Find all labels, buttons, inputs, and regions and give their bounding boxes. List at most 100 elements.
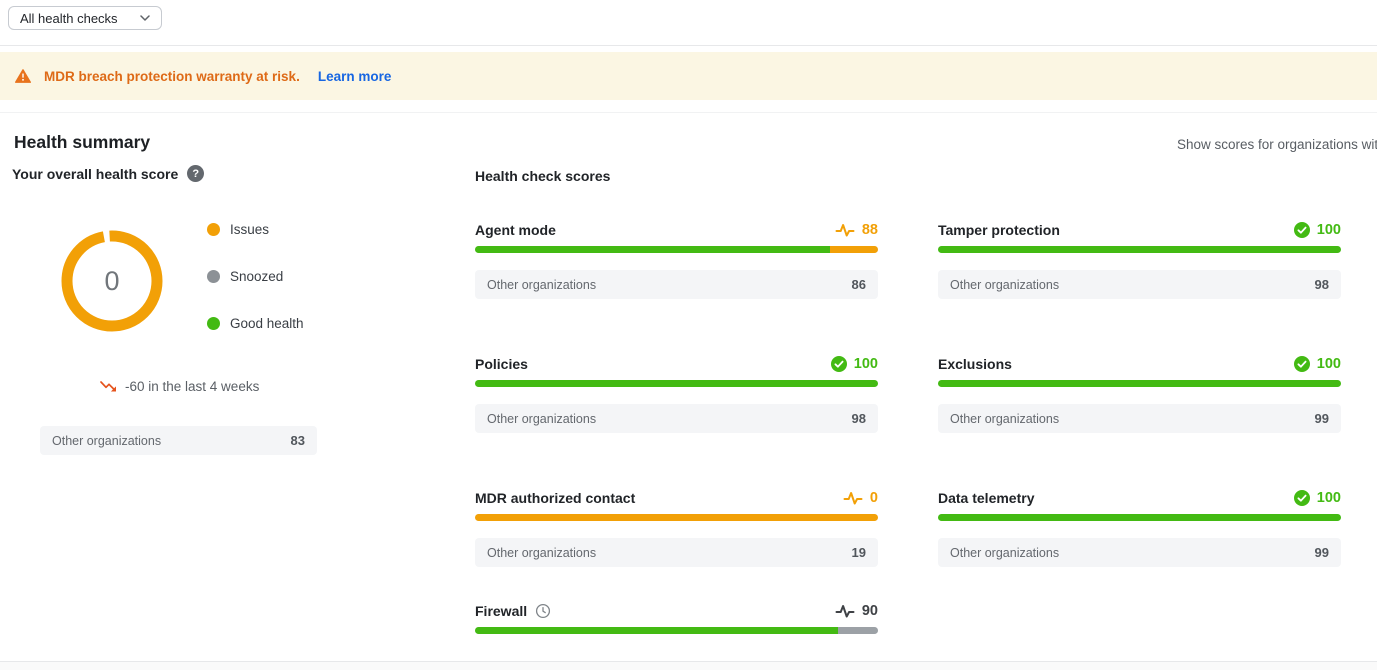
pulse-icon xyxy=(835,222,855,238)
page-title: Health summary xyxy=(14,132,150,153)
health-check-card[interactable]: Firewall 90 xyxy=(475,601,878,641)
show-scores-note: Show scores for organizations with xyxy=(1177,137,1377,152)
score-bar xyxy=(938,514,1341,521)
trend-text: -60 in the last 4 weeks xyxy=(125,379,259,394)
other-orgs-value: 99 xyxy=(1315,545,1329,560)
card-title-text: Exclusions xyxy=(938,356,1012,372)
health-check-card[interactable]: Data telemetry 100 Other organizations99 xyxy=(938,488,1341,588)
card-score: 90 xyxy=(835,603,878,619)
other-orgs-value: 98 xyxy=(1315,277,1329,292)
health-dashboard: All health checks MDR breach protection … xyxy=(0,0,1377,670)
other-orgs-row: Other organizations 86 xyxy=(475,270,878,299)
warning-banner: MDR breach protection warranty at risk. … xyxy=(0,52,1377,100)
card-head: Firewall 90 xyxy=(475,601,878,621)
score-bar xyxy=(938,380,1341,387)
card-title: Policies xyxy=(475,356,528,372)
other-orgs-label: Other organizations xyxy=(950,412,1059,426)
good-health-dot-icon xyxy=(207,317,220,330)
score-value: 88 xyxy=(862,222,878,238)
check-circle-icon xyxy=(831,356,847,372)
card-title: Tamper protection xyxy=(938,222,1060,238)
health-donut: 0 xyxy=(52,221,172,341)
other-orgs-value: 83 xyxy=(291,433,305,448)
score-bar xyxy=(475,514,878,521)
other-orgs-row: Other organizations 99 xyxy=(938,404,1341,433)
other-orgs-value: 86 xyxy=(852,277,866,292)
card-head: Tamper protection 100 xyxy=(938,220,1341,240)
banner-message: MDR breach protection warranty at risk. xyxy=(44,69,300,84)
other-orgs-label: Other organizations xyxy=(487,412,596,426)
card-score: 88 xyxy=(835,222,878,238)
legend-item-good-health: Good health xyxy=(207,316,304,330)
card-score: 0 xyxy=(843,490,878,506)
pulse-icon xyxy=(835,603,855,619)
other-orgs-value: 98 xyxy=(852,411,866,426)
score-bar xyxy=(475,627,878,634)
score-value: 0 xyxy=(870,490,878,506)
help-icon[interactable]: ? xyxy=(187,165,204,182)
other-orgs-value: 99 xyxy=(1315,411,1329,426)
scores-section-title: Health check scores xyxy=(475,168,610,184)
card-title-text: Data telemetry xyxy=(938,490,1035,506)
card-title: Data telemetry xyxy=(938,490,1035,506)
bottom-strip xyxy=(0,662,1377,670)
donut-legend: Issues Snoozed Good health xyxy=(207,222,304,363)
card-head: Agent mode 88 xyxy=(475,220,878,240)
score-value: 100 xyxy=(1317,490,1341,506)
overall-score-label-text: Your overall health score xyxy=(12,166,178,182)
card-title-text: Policies xyxy=(475,356,528,372)
donut-value: 0 xyxy=(52,221,172,341)
card-score: 100 xyxy=(1294,356,1341,372)
score-bar xyxy=(938,246,1341,253)
other-orgs-label: Other organizations xyxy=(487,278,596,292)
legend-label: Snoozed xyxy=(230,269,283,284)
score-value: 100 xyxy=(1317,356,1341,372)
card-title-text: Firewall xyxy=(475,603,527,619)
card-title-text: Agent mode xyxy=(475,222,556,238)
card-title-text: Tamper protection xyxy=(938,222,1060,238)
card-title: Agent mode xyxy=(475,222,556,238)
other-orgs-row: Other organizations 98 xyxy=(938,270,1341,299)
card-head: Exclusions 100 xyxy=(938,354,1341,374)
card-title: Firewall xyxy=(475,603,551,619)
other-orgs-row: Other organizations 98 xyxy=(475,404,878,433)
learn-more-link[interactable]: Learn more xyxy=(318,69,392,84)
other-orgs-label: Other organizations xyxy=(52,434,161,448)
card-title: Exclusions xyxy=(938,356,1012,372)
other-orgs-row: Other organizations99 xyxy=(938,538,1341,567)
card-head: Policies 100 xyxy=(475,354,878,374)
other-orgs-comparison: Other organizations 83 xyxy=(40,426,317,455)
trend-down-icon xyxy=(100,380,117,393)
other-orgs-value: 19 xyxy=(852,545,866,560)
health-check-card[interactable]: Tamper protection 100 Other organizations 9… xyxy=(938,220,1341,320)
health-check-card[interactable]: Policies 100 Other organizations 98 xyxy=(475,354,878,454)
other-orgs-label: Other organizations xyxy=(487,546,596,560)
score-value: 100 xyxy=(854,356,878,372)
legend-item-issues: Issues xyxy=(207,222,304,236)
card-title-text: MDR authorized contact xyxy=(475,490,635,506)
card-score: 100 xyxy=(1294,222,1341,238)
score-trend: -60 in the last 4 weeks xyxy=(100,379,259,394)
score-bar xyxy=(475,246,878,253)
health-checks-filter-dropdown[interactable]: All health checks xyxy=(8,6,162,30)
other-orgs-row: Other organizations 19 xyxy=(475,538,878,567)
pulse-icon xyxy=(843,490,863,506)
check-circle-icon xyxy=(1294,490,1310,506)
legend-label: Good health xyxy=(230,316,304,331)
issues-dot-icon xyxy=(207,223,220,236)
card-score: 100 xyxy=(831,356,878,372)
clock-icon[interactable] xyxy=(535,603,551,619)
divider xyxy=(0,112,1377,113)
overall-score-label: Your overall health score ? xyxy=(12,165,204,182)
health-check-card[interactable]: Exclusions 100 Other organizations 99 xyxy=(938,354,1341,454)
health-check-card[interactable]: MDR authorized contact 0 Other organizatio… xyxy=(475,488,878,588)
warning-icon xyxy=(15,69,31,83)
card-title: MDR authorized contact xyxy=(475,490,635,506)
score-value: 100 xyxy=(1317,222,1341,238)
other-orgs-label: Other organizations xyxy=(950,278,1059,292)
snoozed-dot-icon xyxy=(207,270,220,283)
health-check-card[interactable]: Agent mode 88 Other organizations 86 xyxy=(475,220,878,320)
score-bar xyxy=(475,380,878,387)
check-circle-icon xyxy=(1294,222,1310,238)
filter-label: All health checks xyxy=(20,11,118,26)
